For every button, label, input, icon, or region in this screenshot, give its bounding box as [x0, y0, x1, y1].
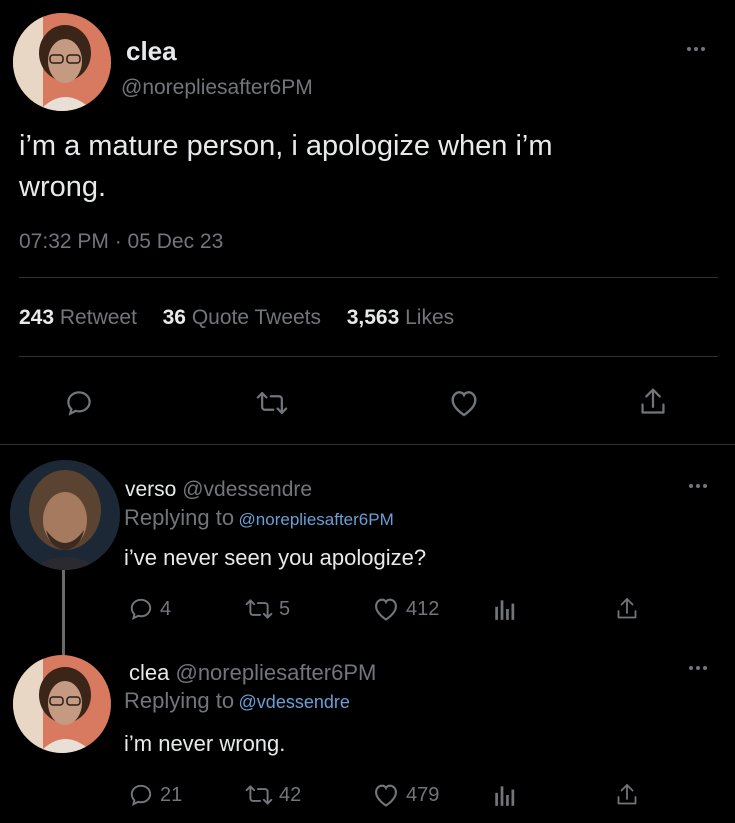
- reply-2-share-button[interactable]: [614, 782, 640, 808]
- share-icon: [617, 598, 637, 619]
- quote-count[interactable]: 36: [163, 306, 186, 329]
- heart-icon: [375, 598, 397, 621]
- avatar-clea-reply[interactable]: [13, 655, 111, 753]
- thread-line: [62, 570, 65, 656]
- reply-2-replying-label: Replying to: [124, 688, 235, 713]
- avatar-verso[interactable]: [10, 460, 120, 570]
- reply-1-like-button[interactable]: 412: [372, 596, 439, 622]
- reply-2-retweet-count: 42: [279, 783, 302, 806]
- reply-1-text: i’ve never seen you apologize?: [124, 545, 427, 570]
- reply-1-name[interactable]: verso: [125, 478, 176, 501]
- reply-1-replying-handle[interactable]: @norepliesafter6PM: [239, 510, 394, 529]
- reply-1-reply-count: 4: [160, 597, 172, 620]
- retweet-icon: [256, 392, 288, 414]
- reply-2-like-count: 479: [406, 783, 440, 806]
- reply-2-header: clea @norepliesafter6PM: [129, 660, 376, 686]
- reply-1-reply-button[interactable]: 4: [128, 596, 171, 622]
- reply-2-more-icon[interactable]: [686, 664, 710, 672]
- divider-middle: [19, 356, 718, 357]
- share-button[interactable]: [638, 386, 668, 418]
- share-icon: [641, 388, 665, 414]
- tweet-stats: 243 Retweet 36 Quote Tweets 3,563 Likes: [19, 306, 454, 330]
- reply-1-share-button[interactable]: [614, 596, 640, 622]
- views-icon: [495, 600, 515, 620]
- reply-2-replying-handle[interactable]: @vdessendre: [239, 692, 350, 712]
- like-button[interactable]: [448, 388, 480, 418]
- reply-2-reply-button[interactable]: 21: [128, 782, 182, 808]
- reply-1-retweet-button[interactable]: 5: [245, 596, 290, 622]
- avatar-clea[interactable]: [13, 13, 111, 111]
- reply-2-name[interactable]: clea: [129, 660, 169, 685]
- reply-icon: [67, 391, 91, 416]
- heart-icon: [375, 784, 397, 807]
- heart-icon: [451, 391, 477, 417]
- retweet-icon: [245, 599, 273, 619]
- reply-2-like-button[interactable]: 479: [372, 782, 439, 808]
- reply-2-retweet-button[interactable]: 42: [245, 782, 301, 808]
- more-options-icon[interactable]: [684, 45, 708, 53]
- quote-label[interactable]: Quote Tweets: [192, 306, 321, 329]
- reply-1-retweet-count: 5: [279, 597, 291, 620]
- reply-2-replying-to: Replying to @vdessendre: [124, 688, 350, 714]
- like-count[interactable]: 3,563: [347, 306, 400, 329]
- reply-1-like-count: 412: [406, 597, 440, 620]
- reply-1-more-icon[interactable]: [686, 482, 710, 490]
- reply-1-replying-label: Replying to: [124, 505, 235, 530]
- tweet-text-line-1: i’m a mature person, i apologize when i’…: [19, 130, 553, 162]
- retweet-count[interactable]: 243: [19, 306, 54, 329]
- reply-icon: [130, 784, 152, 807]
- like-label[interactable]: Likes: [405, 306, 454, 329]
- divider-top: [19, 277, 718, 278]
- reply-2-text: i’m never wrong.: [124, 731, 286, 756]
- author-handle[interactable]: @norepliesafter6PM: [121, 76, 313, 100]
- reply-2-handle[interactable]: @norepliesafter6PM: [175, 660, 376, 685]
- reply-1-header: verso @vdessendre: [125, 478, 312, 502]
- tweet-timestamp[interactable]: 07:32 PM · 05 Dec 23: [19, 230, 223, 254]
- reply-2-views-button[interactable]: [494, 782, 516, 808]
- reply-button[interactable]: [64, 388, 94, 418]
- retweet-button[interactable]: [256, 388, 288, 418]
- reply-1-handle[interactable]: @vdessendre: [182, 478, 312, 501]
- share-icon: [617, 784, 637, 805]
- reply-icon: [130, 598, 152, 621]
- retweet-icon: [245, 785, 273, 805]
- reply-2-reply-count: 21: [160, 783, 183, 806]
- divider-bottom: [0, 444, 735, 445]
- views-icon: [495, 786, 515, 806]
- retweet-label[interactable]: Retweet: [60, 306, 137, 329]
- reply-1-views-button[interactable]: [494, 596, 516, 622]
- reply-1-replying-to: Replying to @norepliesafter6PM: [124, 505, 394, 531]
- tweet-text-line-2: wrong.: [19, 171, 107, 203]
- author-name[interactable]: clea: [126, 36, 177, 67]
